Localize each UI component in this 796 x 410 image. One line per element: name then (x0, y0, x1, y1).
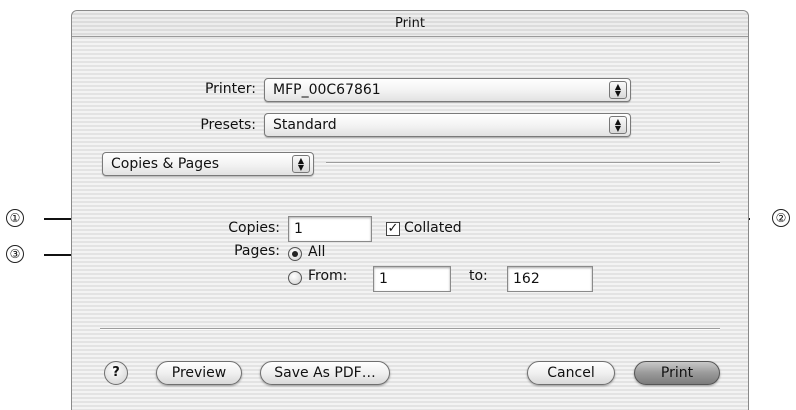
bottom-divider (100, 328, 720, 330)
preview-button[interactable]: Preview (156, 361, 242, 385)
presets-label: Presets: (200, 117, 256, 133)
printer-popup[interactable]: MFP_00C67861 ▲ ▼ (264, 78, 631, 102)
updown-arrows-icon: ▲ ▼ (292, 155, 310, 173)
panel-popup[interactable]: Copies & Pages ▲ ▼ (102, 152, 314, 176)
callout-2: ② (772, 209, 790, 227)
callout-2-label: ② (775, 211, 787, 225)
pages-to-field[interactable]: 162 (507, 266, 593, 292)
presets-popup[interactable]: Standard ▲ ▼ (264, 113, 631, 137)
copies-field[interactable]: 1 (288, 216, 372, 242)
window-title: Print (72, 11, 748, 37)
pages-to-label: to: (469, 268, 488, 284)
updown-arrows-icon: ▲ ▼ (609, 81, 627, 99)
print-dialog: Print Printer: MFP_00C67861 ▲ ▼ Presets: … (71, 10, 749, 410)
callout-3-label: ③ (9, 247, 21, 261)
updown-arrows-icon: ▲ ▼ (609, 116, 627, 134)
callout-3: ③ (6, 245, 24, 263)
save-as-pdf-button[interactable]: Save As PDF… (260, 361, 390, 385)
callout-1-label: ① (9, 211, 21, 225)
print-button[interactable]: Print (634, 361, 720, 385)
panel-value: Copies & Pages (111, 156, 220, 172)
collated-checkbox[interactable]: ✓ (386, 222, 400, 236)
pages-from-radio[interactable] (288, 271, 302, 285)
collated-label: Collated (404, 220, 462, 236)
printer-value: MFP_00C67861 (273, 82, 381, 98)
cancel-button[interactable]: Cancel (527, 361, 615, 385)
pages-label: Pages: (234, 243, 280, 259)
help-button[interactable]: ? (104, 361, 128, 385)
pages-all-label: All (308, 244, 326, 260)
printer-label: Printer: (204, 81, 256, 97)
panel-divider (326, 162, 720, 164)
pages-from-label: From: (308, 268, 348, 284)
pages-from-field[interactable]: 1 (373, 266, 451, 292)
presets-value: Standard (273, 117, 337, 133)
callout-1: ① (6, 209, 24, 227)
copies-label: Copies: (228, 220, 280, 236)
checkmark-icon: ✓ (387, 221, 399, 236)
pages-all-radio[interactable] (288, 247, 302, 261)
